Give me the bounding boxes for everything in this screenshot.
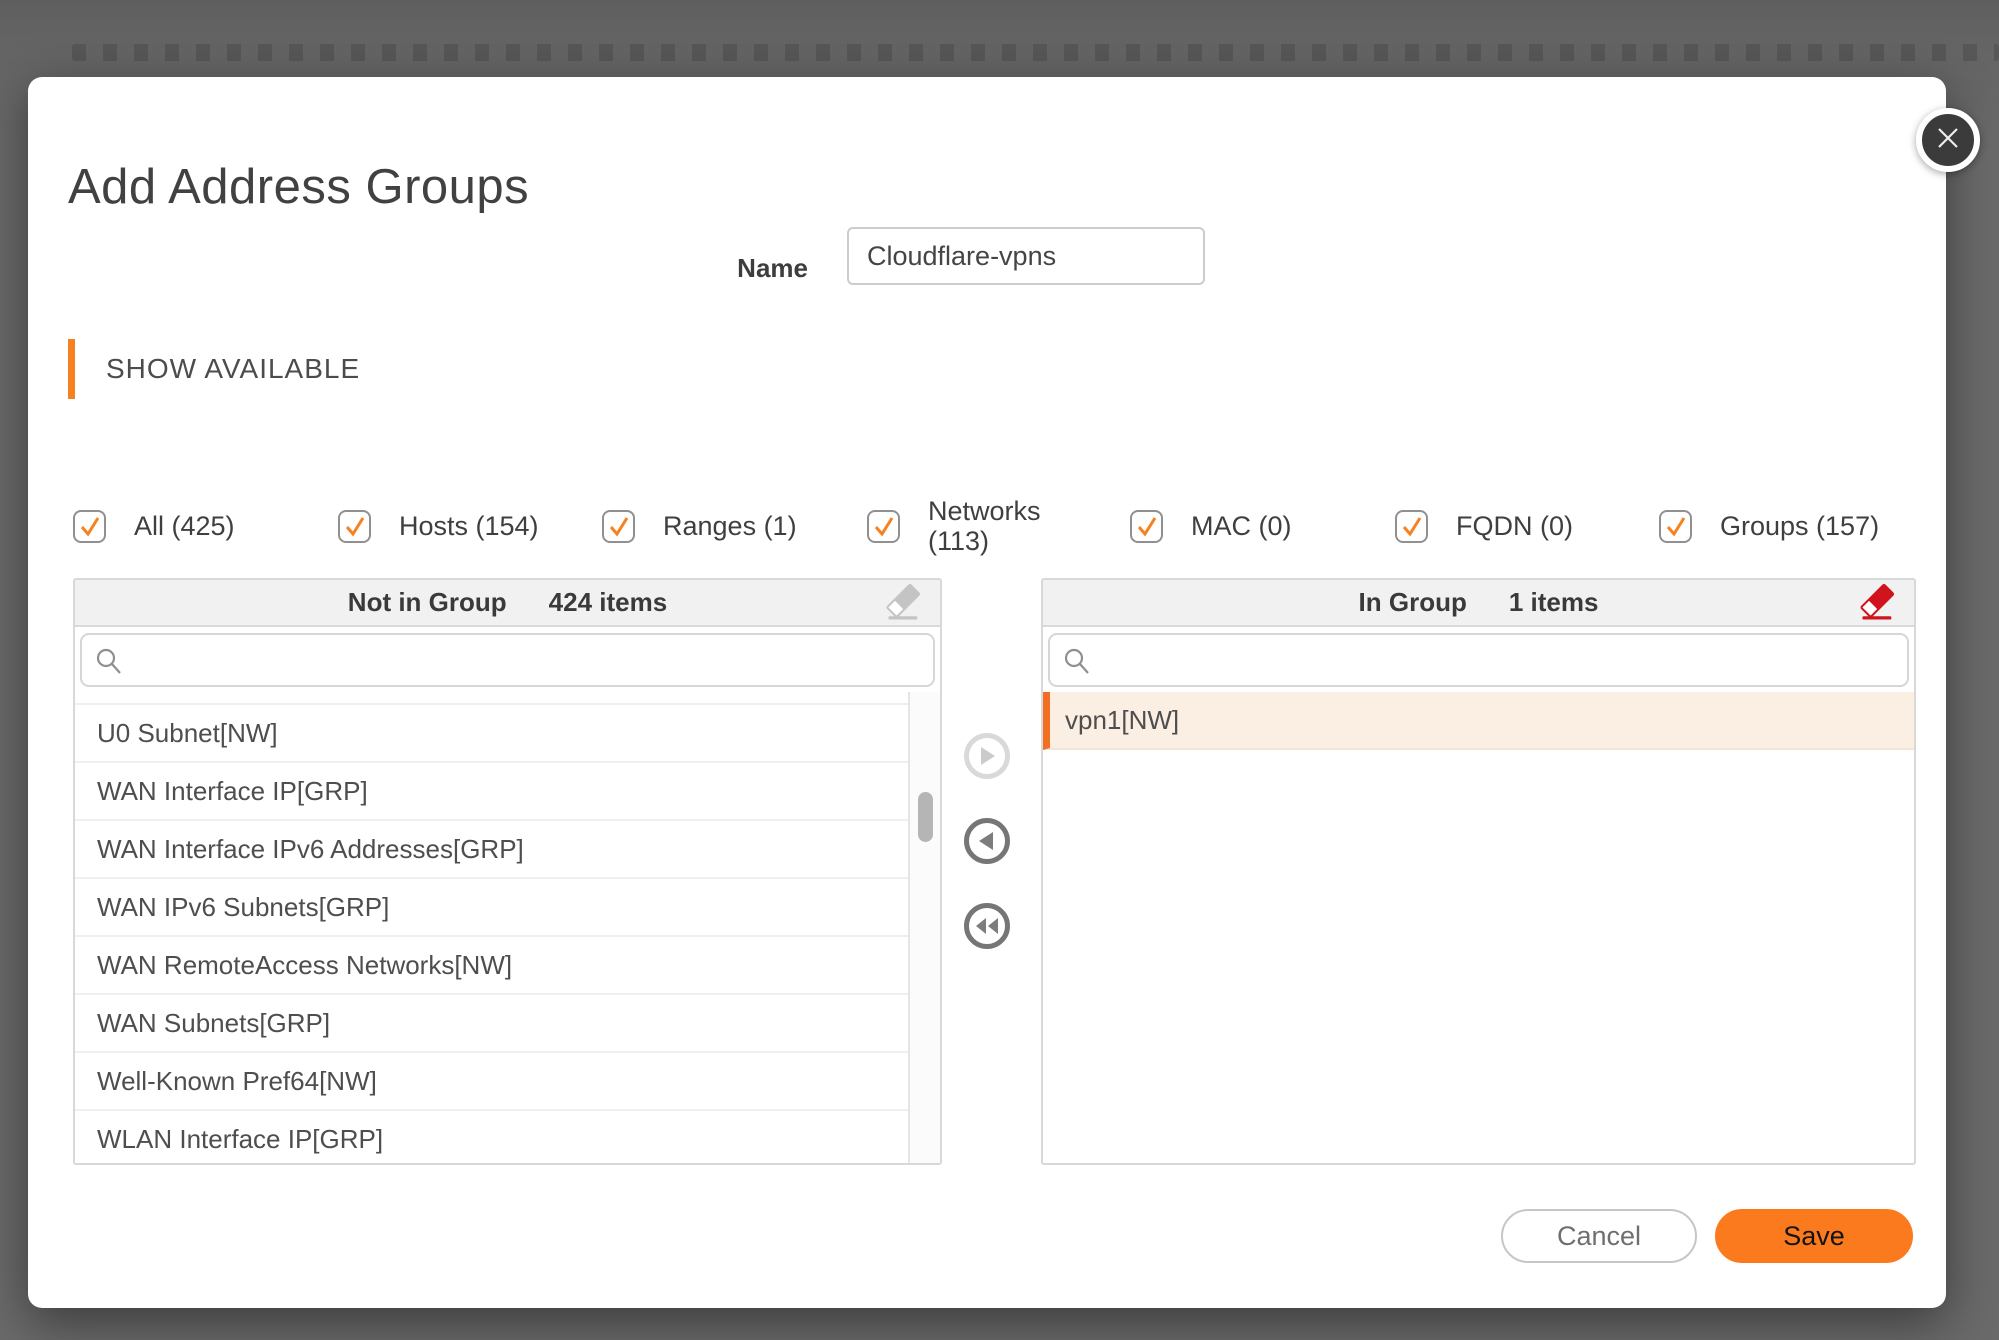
in-group-list: vpn1[NW] (1043, 692, 1914, 1163)
list-item[interactable]: WLAN Interface IP[GRP] (75, 1111, 908, 1163)
checkbox-checked-icon[interactable] (867, 510, 900, 543)
list-item[interactable]: WAN RemoteAccess Networks[NW] (75, 937, 908, 995)
arrow-right-icon (976, 745, 998, 767)
move-left-button[interactable] (964, 818, 1010, 864)
filter-label: Ranges (1) (663, 511, 797, 541)
not-in-group-search-area (75, 627, 940, 692)
eraser-icon (1858, 584, 1898, 624)
checkbox-checked-icon[interactable] (602, 510, 635, 543)
list-item-partial (75, 692, 908, 705)
move-right-button[interactable] (964, 733, 1010, 779)
filter-label: Hosts (154) (399, 511, 539, 541)
filter-groups[interactable]: Groups (157) (1659, 493, 1879, 559)
list-item-selected[interactable]: vpn1[NW] (1043, 692, 1914, 750)
filter-label-line1: Networks (928, 496, 1041, 526)
filter-label: MAC (0) (1191, 511, 1292, 541)
clear-list-button[interactable] (1858, 584, 1898, 624)
close-icon (1935, 125, 1961, 156)
filter-all[interactable]: All (425) (73, 493, 235, 559)
panel-item-count: 1 items (1509, 587, 1599, 618)
checkbox-checked-icon[interactable] (338, 510, 371, 543)
filter-label-line2: (113) (928, 526, 989, 556)
section-accent-bar (68, 339, 75, 399)
filter-mac[interactable]: MAC (0) (1130, 493, 1292, 559)
panel-title: Not in Group (348, 587, 507, 618)
panel-item-count: 424 items (549, 587, 668, 618)
filter-networks[interactable]: Networks (113) (867, 493, 1041, 559)
checkbox-checked-icon[interactable] (1395, 510, 1428, 543)
close-button[interactable] (1916, 108, 1980, 172)
list-item[interactable]: WAN IPv6 Subnets[GRP] (75, 879, 908, 937)
arrow-left-icon (976, 830, 998, 852)
in-group-panel: In Group 1 items vpn1[NW] (1041, 578, 1916, 1165)
filter-label: Networks (113) (928, 496, 1041, 556)
list-item[interactable]: WAN Subnets[GRP] (75, 995, 908, 1053)
in-group-search-input[interactable] (1048, 633, 1909, 687)
search-icon (95, 647, 123, 680)
name-input[interactable] (847, 227, 1205, 285)
checkbox-checked-icon[interactable] (73, 510, 106, 543)
eraser-icon (884, 584, 924, 624)
in-group-search-area (1043, 627, 1914, 692)
filter-ranges[interactable]: Ranges (1) (602, 493, 797, 559)
filter-label: FQDN (0) (1456, 511, 1573, 541)
save-button-label: Save (1783, 1221, 1845, 1252)
list-item[interactable]: WAN Interface IPv6 Addresses[GRP] (75, 821, 908, 879)
filter-hosts[interactable]: Hosts (154) (338, 493, 539, 559)
search-icon (1063, 647, 1091, 680)
add-address-groups-dialog: Add Address Groups Name SHOW AVAILABLE A… (28, 77, 1946, 1308)
list-item[interactable]: U0 Subnet[NW] (75, 705, 908, 763)
double-arrow-left-icon (974, 916, 1000, 936)
checkbox-checked-icon[interactable] (1659, 510, 1692, 543)
in-group-header: In Group 1 items (1043, 580, 1914, 627)
list-item[interactable]: Well-Known Pref64[NW] (75, 1053, 908, 1111)
not-in-group-header: Not in Group 424 items (75, 580, 940, 627)
save-button[interactable]: Save (1715, 1209, 1913, 1263)
not-in-group-panel: Not in Group 424 items U0 Sub (73, 578, 942, 1165)
scrollbar-thumb[interactable] (918, 792, 933, 842)
cancel-button[interactable]: Cancel (1501, 1209, 1697, 1263)
filter-row: All (425) Hosts (154) Ranges (1) Network… (28, 493, 1946, 559)
filter-label: Groups (157) (1720, 511, 1879, 541)
clear-list-button-disabled[interactable] (884, 584, 924, 624)
cancel-button-label: Cancel (1557, 1221, 1641, 1252)
dimmed-background-content (72, 44, 1999, 61)
not-in-group-list: U0 Subnet[NW] WAN Interface IP[GRP] WAN … (75, 692, 940, 1163)
panel-title: In Group (1359, 587, 1467, 618)
name-label: Name (678, 240, 808, 296)
list-item[interactable]: WAN Interface IP[GRP] (75, 763, 908, 821)
not-in-group-search-input[interactable] (80, 633, 935, 687)
scrollbar-track[interactable] (908, 692, 940, 1163)
move-all-left-button[interactable] (964, 903, 1010, 949)
transfer-controls (942, 578, 1042, 1165)
checkbox-checked-icon[interactable] (1130, 510, 1163, 543)
section-title: SHOW AVAILABLE (106, 339, 360, 399)
filter-fqdn[interactable]: FQDN (0) (1395, 493, 1573, 559)
dialog-title: Add Address Groups (68, 159, 529, 215)
filter-label: All (425) (134, 511, 235, 541)
